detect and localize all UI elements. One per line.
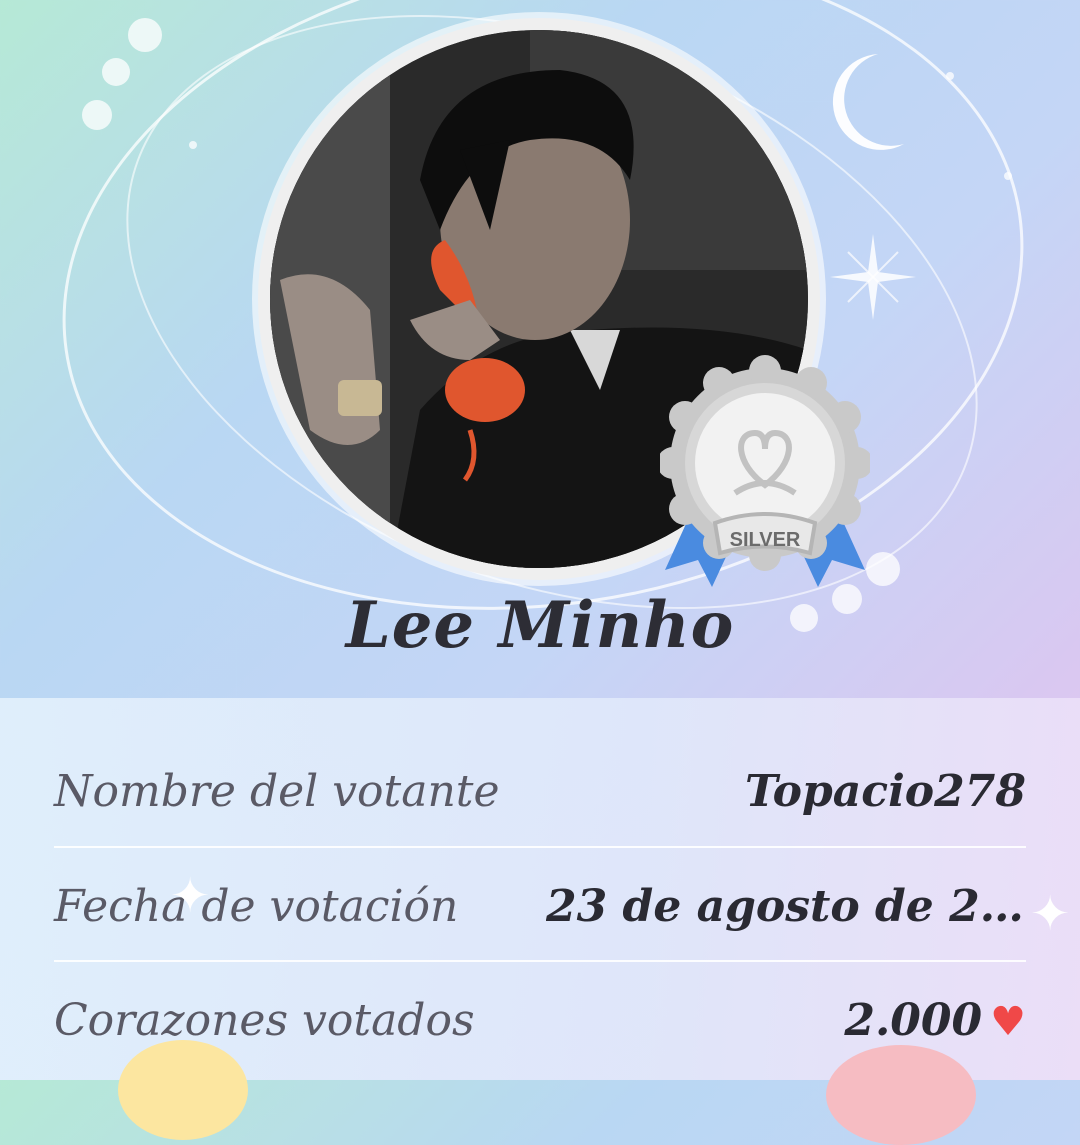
- moon-icon: [832, 54, 904, 150]
- divider: [54, 846, 1026, 848]
- vote-date-label: Fecha de votación: [54, 880, 459, 932]
- hearts-voted-value-group: 2.000 ♥: [844, 995, 1026, 1046]
- hearts-voted-label: Corazones votados: [54, 994, 475, 1046]
- star-dot: [1004, 172, 1012, 180]
- heart-icon: ♥: [990, 997, 1026, 1045]
- mascot-chick: [118, 1040, 248, 1140]
- voter-name-value: Topacio278: [744, 765, 1026, 817]
- bubble: [128, 18, 162, 52]
- divider: [54, 960, 1026, 962]
- bubble: [82, 100, 112, 130]
- voter-name-label: Nombre del votante: [54, 765, 500, 817]
- bubble: [102, 58, 130, 86]
- voter-name-row: Nombre del votante Topacio278: [54, 736, 1026, 846]
- sparkle-icon: [830, 234, 916, 320]
- star-dot: [189, 141, 197, 149]
- vote-date-value: 23 de agosto de 202...: [546, 880, 1026, 932]
- profile-name: Lee Minho: [345, 588, 735, 663]
- mascot-bunny: [826, 1045, 976, 1145]
- star-dot: [946, 72, 954, 80]
- hearts-voted-value: 2.000: [844, 994, 983, 1046]
- badge-label: SILVER: [730, 529, 801, 551]
- silver-medal-icon: SILVER: [660, 355, 870, 587]
- sparkle-icon: ✦: [170, 868, 211, 924]
- bubble: [866, 552, 900, 586]
- sparkle-icon: ✦: [1030, 886, 1071, 942]
